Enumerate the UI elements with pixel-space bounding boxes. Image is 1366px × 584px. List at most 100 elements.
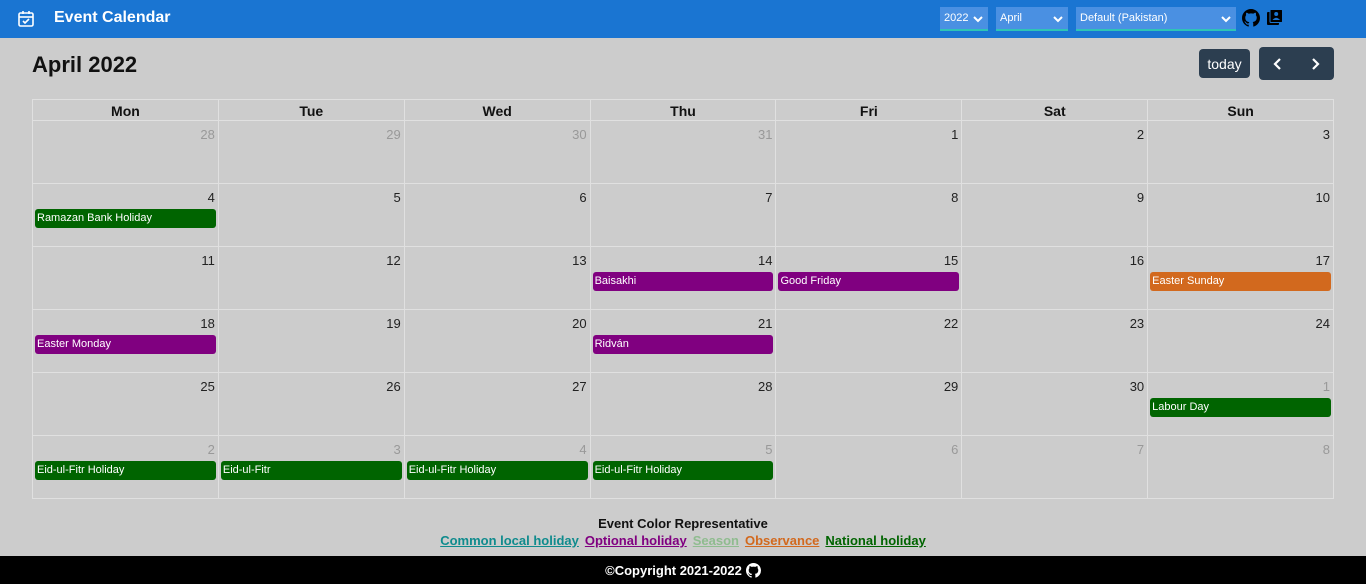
month-select[interactable]: April [996, 7, 1068, 31]
day-number[interactable]: 4 [208, 190, 215, 205]
region-select[interactable]: Default (Pakistan) [1076, 7, 1236, 31]
day-number[interactable]: 30 [572, 127, 586, 142]
day-number[interactable]: 28 [758, 379, 772, 394]
event-chip[interactable]: Ridván [592, 335, 774, 354]
day-cell[interactable]: 31 [589, 121, 776, 184]
event-chip[interactable]: Eid-ul-Fitr [220, 461, 402, 480]
legend-item-national[interactable]: National holiday [825, 533, 925, 548]
day-number[interactable]: 30 [1130, 379, 1144, 394]
day-number[interactable]: 4 [579, 442, 586, 457]
day-cell[interactable]: 6 [403, 184, 590, 247]
event-chip[interactable]: Eid-ul-Fitr Holiday [406, 461, 588, 480]
day-number[interactable]: 20 [572, 316, 586, 331]
day-cell[interactable]: 23 [961, 310, 1148, 373]
day-cell[interactable]: 29 [217, 121, 404, 184]
day-cell[interactable]: 14 Baisakhi [589, 247, 776, 310]
event-chip[interactable]: Easter Sunday [1150, 272, 1332, 291]
day-number[interactable]: 7 [765, 190, 772, 205]
day-number[interactable]: 9 [1137, 190, 1144, 205]
legend-item-common[interactable]: Common local holiday [440, 533, 579, 548]
day-number[interactable]: 6 [579, 190, 586, 205]
today-button[interactable]: today [1199, 49, 1250, 78]
day-cell[interactable]: 6 [775, 436, 962, 499]
day-cell[interactable]: 28 [589, 373, 776, 436]
day-number[interactable]: 7 [1137, 442, 1144, 457]
day-number[interactable]: 8 [1323, 442, 1330, 457]
day-number[interactable]: 10 [1316, 190, 1330, 205]
day-number[interactable]: 26 [386, 379, 400, 394]
day-cell[interactable]: 7 [589, 184, 776, 247]
day-cell[interactable]: 10 [1147, 184, 1335, 247]
day-number[interactable]: 25 [200, 379, 214, 394]
day-number[interactable]: 16 [1130, 253, 1144, 268]
day-number[interactable]: 5 [393, 190, 400, 205]
day-cell[interactable]: 30 [403, 121, 590, 184]
day-cell[interactable]: 5 [217, 184, 404, 247]
day-number[interactable]: 21 [758, 316, 772, 331]
day-cell[interactable]: 4 Ramazan Bank Holiday [32, 184, 218, 247]
day-cell[interactable]: 29 [775, 373, 962, 436]
day-cell[interactable]: 17 Easter Sunday [1147, 247, 1335, 310]
day-cell[interactable]: 1 Labour Day [1147, 373, 1335, 436]
day-cell[interactable]: 19 [217, 310, 404, 373]
day-cell[interactable]: 27 [403, 373, 590, 436]
day-number[interactable]: 15 [944, 253, 958, 268]
event-chip[interactable]: Baisakhi [592, 272, 774, 291]
day-cell[interactable]: 21 Ridván [589, 310, 776, 373]
day-number[interactable]: 27 [572, 379, 586, 394]
day-cell[interactable]: 3 Eid-ul-Fitr [217, 436, 404, 499]
day-number[interactable]: 23 [1130, 316, 1144, 331]
day-number[interactable]: 2 [208, 442, 215, 457]
day-number[interactable]: 3 [1323, 127, 1330, 142]
day-cell[interactable]: 28 [32, 121, 218, 184]
day-cell[interactable]: 24 [1147, 310, 1335, 373]
github-icon[interactable] [745, 562, 761, 578]
day-number[interactable]: 29 [386, 127, 400, 142]
day-number[interactable]: 12 [386, 253, 400, 268]
day-cell[interactable]: 16 [961, 247, 1148, 310]
day-number[interactable]: 29 [944, 379, 958, 394]
legend-item-optional[interactable]: Optional holiday [585, 533, 687, 548]
day-number[interactable]: 22 [944, 316, 958, 331]
day-number[interactable]: 11 [201, 253, 215, 268]
day-cell[interactable]: 3 [1147, 121, 1335, 184]
event-chip[interactable]: Good Friday [778, 272, 960, 291]
day-number[interactable]: 8 [951, 190, 958, 205]
day-number[interactable]: 19 [386, 316, 400, 331]
event-chip[interactable]: Easter Monday [35, 335, 216, 354]
year-select[interactable]: 2022 [940, 7, 988, 31]
day-cell[interactable]: 20 [403, 310, 590, 373]
day-number[interactable]: 6 [951, 442, 958, 457]
day-number[interactable]: 2 [1137, 127, 1144, 142]
day-cell[interactable]: 1 [775, 121, 962, 184]
day-cell[interactable]: 2 [961, 121, 1148, 184]
day-number[interactable]: 1 [1323, 379, 1330, 394]
event-chip[interactable]: Labour Day [1150, 398, 1332, 417]
event-chip[interactable]: Eid-ul-Fitr Holiday [35, 461, 216, 480]
day-cell[interactable]: 30 [961, 373, 1148, 436]
day-cell[interactable]: 12 [217, 247, 404, 310]
day-cell[interactable]: 7 [961, 436, 1148, 499]
event-chip[interactable]: Ramazan Bank Holiday [35, 209, 216, 228]
day-cell[interactable]: 8 [775, 184, 962, 247]
day-cell[interactable]: 5 Eid-ul-Fitr Holiday [589, 436, 776, 499]
day-cell[interactable]: 13 [403, 247, 590, 310]
day-number[interactable]: 28 [200, 127, 214, 142]
contacts-book-icon[interactable] [1266, 9, 1283, 26]
day-cell[interactable]: 18 Easter Monday [32, 310, 218, 373]
day-cell[interactable]: 9 [961, 184, 1148, 247]
day-number[interactable]: 14 [758, 253, 772, 268]
day-number[interactable]: 3 [393, 442, 400, 457]
day-cell[interactable]: 4 Eid-ul-Fitr Holiday [403, 436, 590, 499]
day-cell[interactable]: 25 [32, 373, 218, 436]
day-number[interactable]: 18 [200, 316, 214, 331]
day-number[interactable]: 5 [765, 442, 772, 457]
day-number[interactable]: 17 [1316, 253, 1330, 268]
day-number[interactable]: 13 [572, 253, 586, 268]
day-cell[interactable]: 26 [217, 373, 404, 436]
github-icon[interactable] [1242, 9, 1260, 27]
prev-month-button[interactable] [1259, 47, 1296, 80]
day-cell[interactable]: 2 Eid-ul-Fitr Holiday [32, 436, 218, 499]
day-cell[interactable]: 15 Good Friday [775, 247, 962, 310]
legend-item-season[interactable]: Season [693, 533, 739, 548]
